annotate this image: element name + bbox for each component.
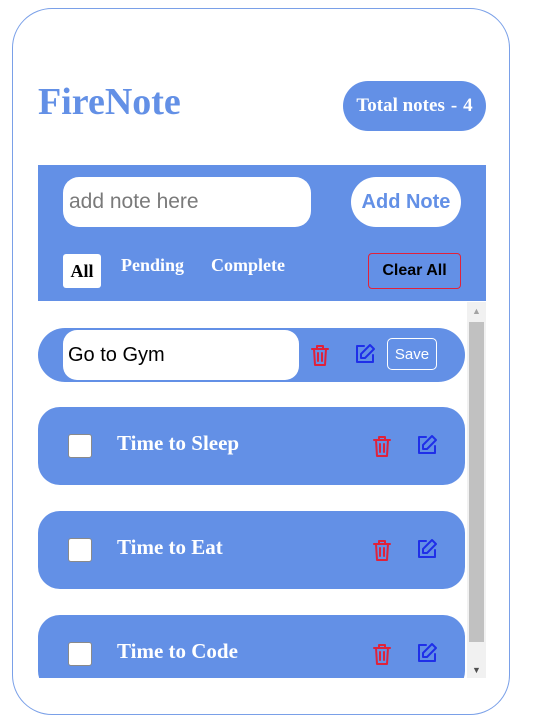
filter-complete-tab[interactable]: Complete <box>211 248 285 282</box>
edit-icon <box>418 539 437 558</box>
save-note-button[interactable]: Save <box>387 338 437 370</box>
total-notes-badge: Total notes - 4 <box>343 81 486 131</box>
edit-icon <box>418 643 437 662</box>
clear-all-button[interactable]: Clear All <box>368 253 461 289</box>
note-item-editing: Go to Gym Save <box>38 328 465 382</box>
edit-note-input[interactable]: Go to Gym <box>63 330 299 380</box>
total-notes-label: Total notes <box>356 95 445 116</box>
note-checkbox[interactable] <box>68 434 92 458</box>
note-text: Time to Eat <box>117 535 223 559</box>
edit-note-value: Go to Gym <box>68 343 165 366</box>
trash-icon <box>311 344 329 366</box>
delete-note-button[interactable] <box>308 342 332 368</box>
notes-list: Go to Gym Save Time to Sleep Time to Eat… <box>38 302 486 678</box>
filter-pending-tab[interactable]: Pending <box>121 248 184 282</box>
add-note-input[interactable] <box>63 177 311 227</box>
trash-icon <box>373 435 391 457</box>
edit-icon <box>418 435 437 454</box>
note-text: Time to Sleep <box>117 431 240 455</box>
delete-note-button[interactable] <box>370 641 394 667</box>
note-checkbox[interactable] <box>68 538 92 562</box>
note-item: Time to Code <box>38 615 465 678</box>
edit-note-button[interactable] <box>353 341 377 367</box>
trash-icon <box>373 643 391 665</box>
note-text: Time to Code <box>117 639 238 663</box>
note-item: Time to Eat <box>38 511 465 589</box>
total-notes-separator: - <box>450 95 458 116</box>
edit-note-button[interactable] <box>415 640 439 666</box>
app-title: FireNote <box>38 81 181 123</box>
notes-scrollbar[interactable]: ▲ ▼ <box>467 302 486 678</box>
delete-note-button[interactable] <box>370 537 394 563</box>
edit-icon <box>356 344 375 363</box>
scroll-down-arrow-icon[interactable]: ▼ <box>467 661 486 678</box>
trash-icon <box>373 539 391 561</box>
delete-note-button[interactable] <box>370 433 394 459</box>
filter-all-tab[interactable]: All <box>63 254 101 288</box>
add-note-button[interactable]: Add Note <box>351 177 461 227</box>
note-item: Time to Sleep <box>38 407 465 485</box>
total-notes-count: 4 <box>463 95 473 116</box>
scroll-up-arrow-icon[interactable]: ▲ <box>467 302 486 319</box>
scrollbar-thumb[interactable] <box>469 322 484 642</box>
note-checkbox[interactable] <box>68 642 92 666</box>
edit-note-button[interactable] <box>415 432 439 458</box>
edit-note-button[interactable] <box>415 536 439 562</box>
